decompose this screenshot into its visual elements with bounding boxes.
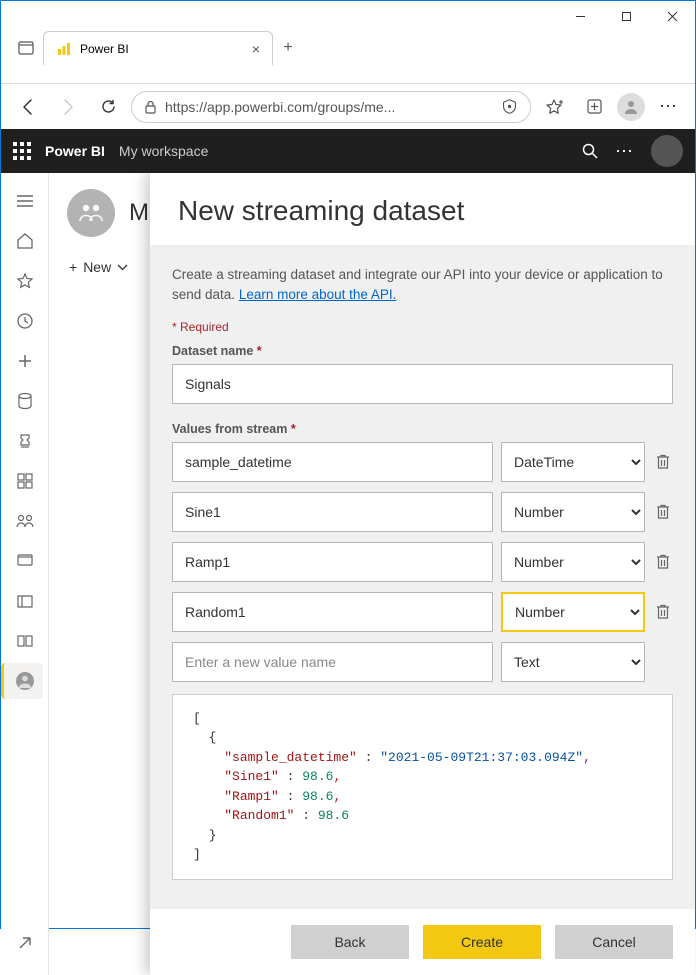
maximize-button[interactable]: [603, 1, 649, 31]
goals-icon[interactable]: [7, 423, 43, 459]
tabs-row: Power BI × +: [1, 31, 695, 65]
create-button[interactable]: Create: [423, 925, 541, 959]
url-text: https://app.powerbi.com/groups/me...: [165, 99, 493, 115]
value-name-input[interactable]: [172, 542, 493, 582]
datasets-icon[interactable]: [7, 383, 43, 419]
forward-button[interactable]: [51, 90, 85, 124]
value-row: Number: [172, 542, 673, 582]
nav-toggle-icon[interactable]: [7, 183, 43, 219]
panel-title: New streaming dataset: [178, 195, 667, 227]
collections-button[interactable]: [577, 90, 611, 124]
panel-footer: Back Create Cancel: [150, 909, 695, 975]
new-value-row: Text: [172, 642, 673, 682]
delete-icon[interactable]: [653, 604, 673, 620]
browser-menu-button[interactable]: ⋯: [651, 96, 685, 117]
value-type-select[interactable]: Number: [501, 542, 645, 582]
workspace-title: M: [129, 199, 149, 227]
tab-close-icon[interactable]: ×: [252, 41, 260, 57]
user-avatar[interactable]: [651, 135, 683, 167]
value-row: DateTime: [172, 442, 673, 482]
back-button[interactable]: [11, 90, 45, 124]
value-type-select[interactable]: DateTime: [501, 442, 645, 482]
delete-icon[interactable]: [653, 504, 673, 520]
value-type-select[interactable]: Number: [501, 592, 645, 632]
intro-text: Create a streaming dataset and integrate…: [172, 265, 673, 306]
new-tab-button[interactable]: +: [273, 33, 303, 63]
chevron-down-icon: [117, 264, 128, 271]
learn-icon[interactable]: [7, 543, 43, 579]
new-value-type-select[interactable]: Text: [501, 642, 645, 682]
workspace-name[interactable]: My workspace: [119, 143, 208, 159]
delete-icon[interactable]: [653, 454, 673, 470]
apps-icon[interactable]: [7, 463, 43, 499]
new-label: New: [83, 259, 111, 275]
address-bar[interactable]: https://app.powerbi.com/groups/me...: [131, 91, 531, 123]
product-name: Power BI: [45, 143, 105, 159]
lock-icon: [144, 100, 157, 114]
values-label: Values from stream *: [172, 422, 673, 436]
favorites-button[interactable]: [537, 90, 571, 124]
streaming-dataset-panel: New streaming dataset Create a streaming…: [150, 173, 695, 975]
browser-tab[interactable]: Power BI ×: [43, 31, 273, 65]
recent-icon[interactable]: [7, 303, 43, 339]
tab-actions-icon[interactable]: [9, 33, 43, 63]
home-icon[interactable]: [7, 223, 43, 259]
window-controls: [1, 1, 695, 31]
my-workspace-icon[interactable]: [1, 663, 43, 699]
create-icon[interactable]: [7, 343, 43, 379]
required-note: * Required: [172, 320, 673, 334]
panel-header: New streaming dataset: [150, 173, 695, 245]
profile-avatar[interactable]: [617, 93, 645, 121]
close-window-button[interactable]: [649, 1, 695, 31]
shared-icon[interactable]: [7, 503, 43, 539]
tab-title: Power BI: [80, 42, 244, 56]
delete-icon[interactable]: [653, 554, 673, 570]
browser-chrome: Power BI × +: [0, 0, 696, 83]
value-name-input[interactable]: [172, 492, 493, 532]
value-name-input[interactable]: [172, 592, 493, 632]
plus-icon: +: [69, 259, 77, 275]
tracking-icon[interactable]: [501, 98, 518, 115]
value-row: Number: [172, 592, 673, 632]
learn-more-link[interactable]: Learn more about the API.: [239, 287, 397, 302]
favorites-icon[interactable]: [7, 263, 43, 299]
value-row: Number: [172, 492, 673, 532]
expand-icon[interactable]: [7, 925, 43, 961]
deployment-icon[interactable]: [7, 623, 43, 659]
json-preview: [ { "sample_datetime" : "2021-05-09T21:3…: [172, 694, 673, 880]
main-area: M + New New streaming dataset Create a s…: [1, 173, 695, 975]
cancel-button[interactable]: Cancel: [555, 925, 673, 959]
new-value-name-input[interactable]: [172, 642, 493, 682]
powerbi-header: Power BI My workspace ⋯: [1, 129, 695, 173]
powerbi-favicon: [56, 41, 72, 57]
refresh-button[interactable]: [91, 90, 125, 124]
app-launcher-icon[interactable]: [13, 142, 31, 160]
workspaces-icon[interactable]: [7, 583, 43, 619]
value-name-input[interactable]: [172, 442, 493, 482]
address-bar-row: https://app.powerbi.com/groups/me... ⋯: [1, 83, 695, 129]
more-options-icon[interactable]: ⋯: [615, 141, 635, 162]
search-icon[interactable]: [581, 142, 599, 160]
panel-body: Create a streaming dataset and integrate…: [150, 245, 695, 909]
workspace-avatar: [67, 189, 115, 237]
minimize-button[interactable]: [557, 1, 603, 31]
value-type-select[interactable]: Number: [501, 492, 645, 532]
back-button[interactable]: Back: [291, 925, 409, 959]
left-nav-rail: [1, 173, 49, 975]
dataset-name-label: Dataset name *: [172, 344, 673, 358]
dataset-name-input[interactable]: [172, 364, 673, 404]
